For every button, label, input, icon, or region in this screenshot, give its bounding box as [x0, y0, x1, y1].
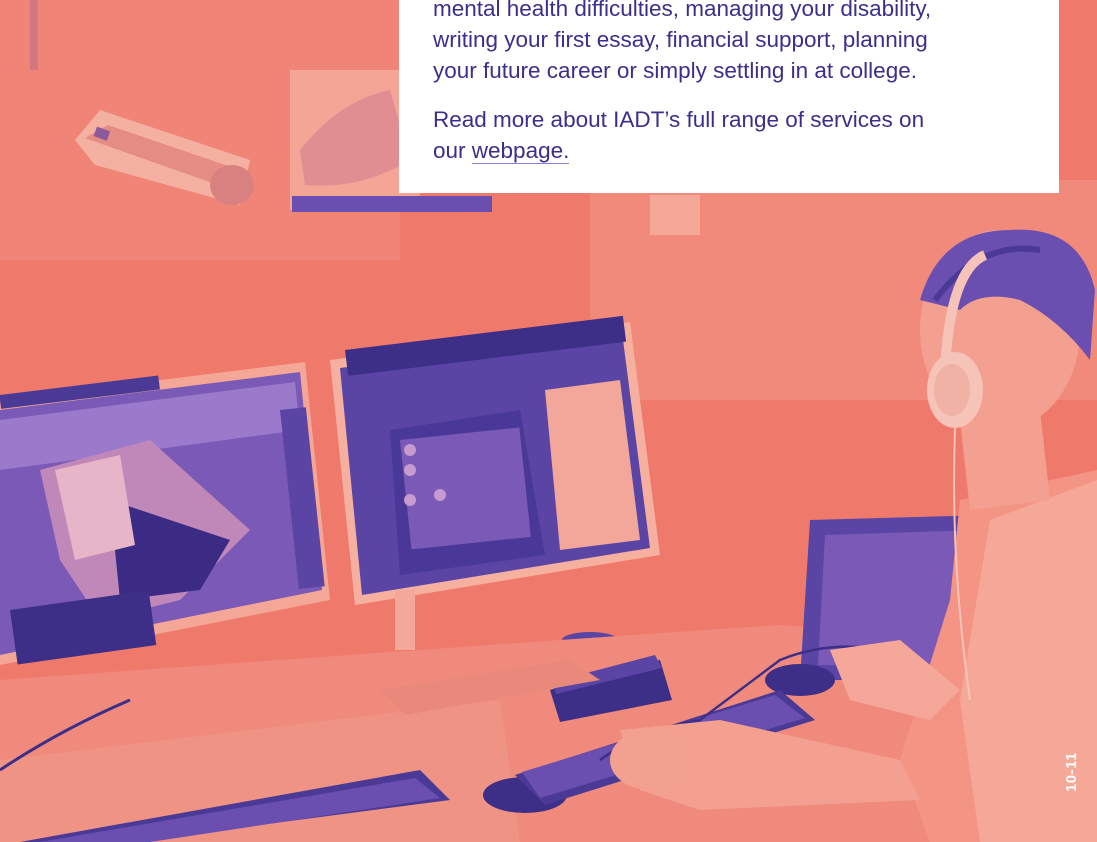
paragraph-line: Read more about IADT’s full range of ser…	[433, 107, 925, 132]
webpage-link[interactable]: webpage.	[471, 138, 570, 164]
paragraph-line: mental health difficulties, managing you…	[433, 0, 932, 21]
paragraph-line-prefix: our	[433, 138, 472, 163]
right-monitor	[330, 315, 660, 605]
paragraph-line: writing your first essay, financial supp…	[433, 27, 928, 52]
page-number: 10-11	[1063, 751, 1080, 793]
monitor-stand	[395, 590, 415, 650]
wall-edge	[30, 0, 38, 70]
wall-socket	[650, 195, 700, 235]
services-link-paragraph: Read more about IADT’s full range of ser…	[433, 104, 1043, 166]
support-services-paragraph: mental health difficulties, managing you…	[433, 0, 1043, 86]
mouse	[765, 664, 835, 696]
info-text-box: mental health difficulties, managing you…	[399, 0, 1059, 193]
paragraph-line: your future career or simply settling in…	[433, 58, 917, 83]
